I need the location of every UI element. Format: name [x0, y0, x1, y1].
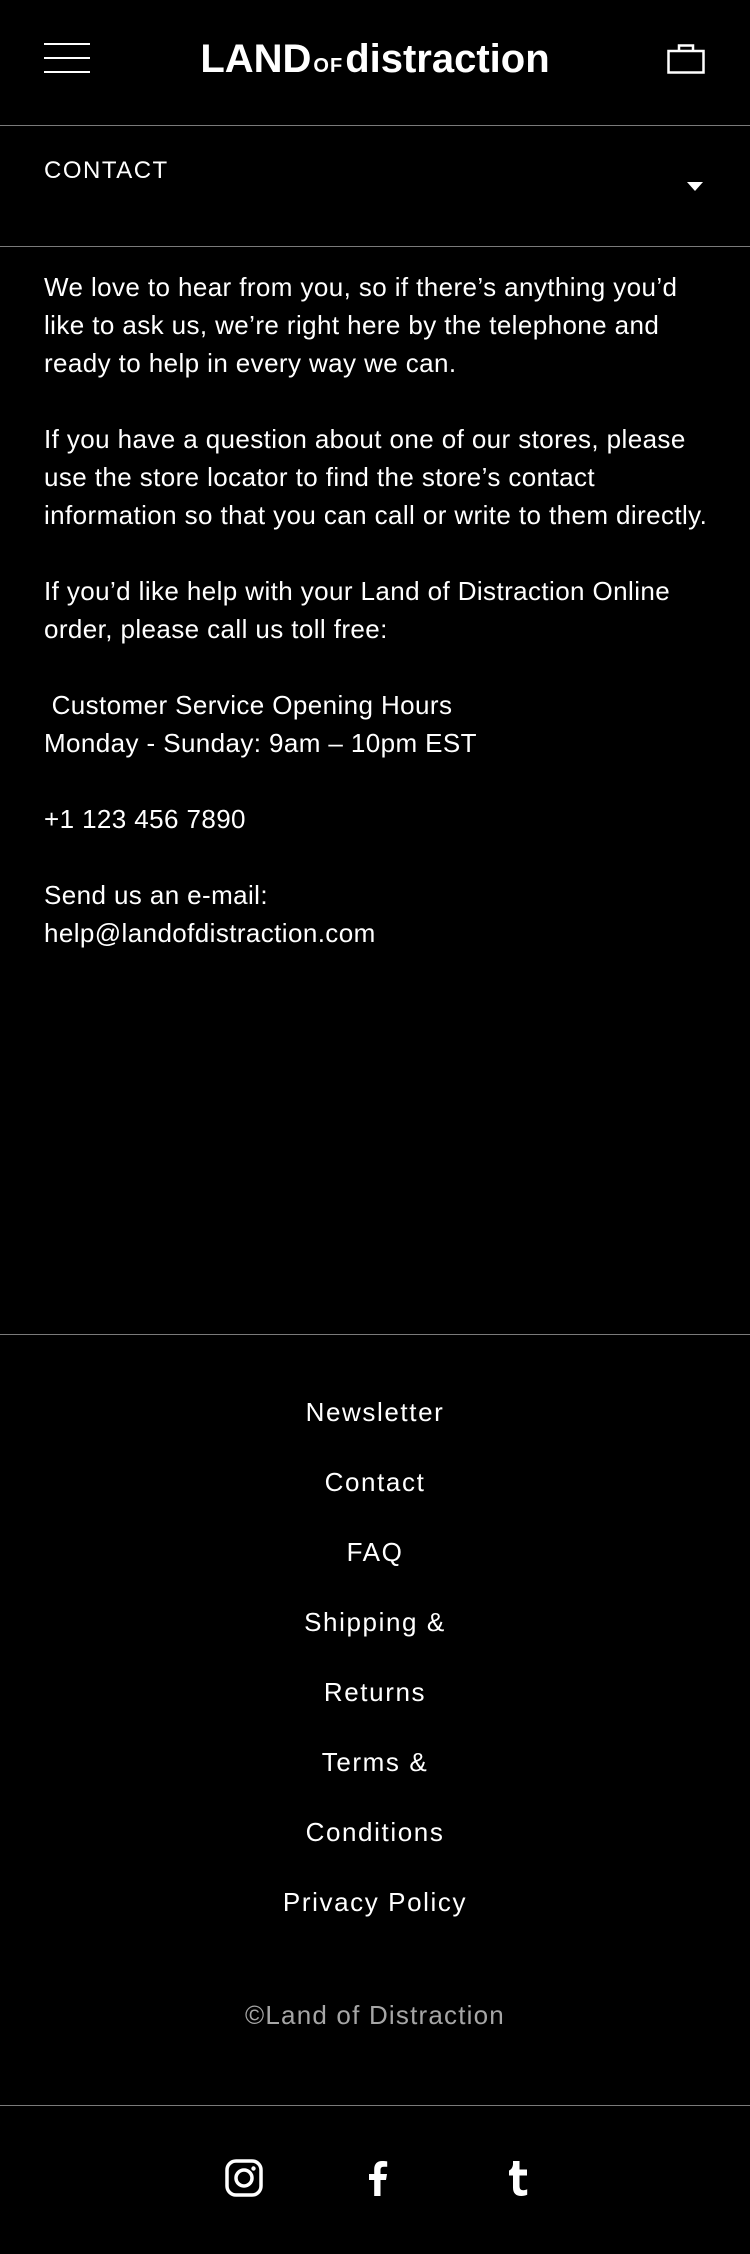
section-title: CONTACT — [44, 157, 169, 184]
footer-link-newsletter[interactable]: Newsletter — [0, 1387, 750, 1457]
email-link[interactable]: help@landofdistraction.com — [44, 918, 376, 948]
online-order-paragraph: If you’d like help with your Land of Dis… — [44, 576, 671, 644]
footer-divider — [0, 2105, 750, 2106]
instagram-icon[interactable] — [224, 2158, 264, 2198]
footer-link-faq[interactable]: FAQ — [0, 1527, 750, 1597]
site-header: LAND OFdistraction — [0, 0, 750, 126]
footer-link-contact[interactable]: Contact — [0, 1457, 750, 1527]
footer-link-privacy[interactable]: Privacy Policy — [0, 1877, 750, 1947]
footer-nav: Newsletter Contact FAQ Shipping & Return… — [0, 1387, 750, 1947]
intro-paragraph: We love to hear from you, so if there’s … — [44, 272, 678, 378]
logo-distraction: distraction — [345, 37, 550, 81]
stores-paragraph: If you have a question about one of our … — [44, 424, 708, 530]
copyright: ©Land of Distraction — [245, 2000, 505, 2030]
logo-land: LAND — [200, 37, 312, 81]
facebook-icon[interactable] — [358, 2158, 398, 2198]
caret-down-icon — [687, 182, 703, 191]
bag-icon[interactable] — [667, 44, 705, 74]
contact-content: We love to hear from you, so if there’s … — [44, 268, 714, 990]
footer-link-conditions[interactable]: Conditions — [0, 1807, 750, 1877]
tumblr-icon[interactable] — [498, 2158, 538, 2198]
footer-link-terms[interactable]: Terms & — [0, 1737, 750, 1807]
email-label: Send us an e-mail: — [44, 880, 268, 910]
footer-link-shipping[interactable]: Shipping & — [0, 1597, 750, 1667]
phone-number[interactable]: +1 123 456 7890 — [44, 800, 714, 838]
email-block: Send us an e-mail: help@landofdistractio… — [44, 876, 714, 952]
opening-hours: Customer Service Opening Hours Monday - … — [44, 686, 714, 762]
opening-hours-title: Customer Service Opening Hours — [44, 690, 453, 720]
logo-of: OF — [313, 55, 344, 77]
site-logo[interactable]: LAND OFdistraction — [0, 34, 750, 91]
opening-hours-times: Monday - Sunday: 9am – 10pm EST — [44, 728, 477, 758]
section-dropdown[interactable]: CONTACT — [0, 127, 750, 247]
footer-link-returns[interactable]: Returns — [0, 1667, 750, 1737]
footer-divider — [0, 1334, 750, 1335]
